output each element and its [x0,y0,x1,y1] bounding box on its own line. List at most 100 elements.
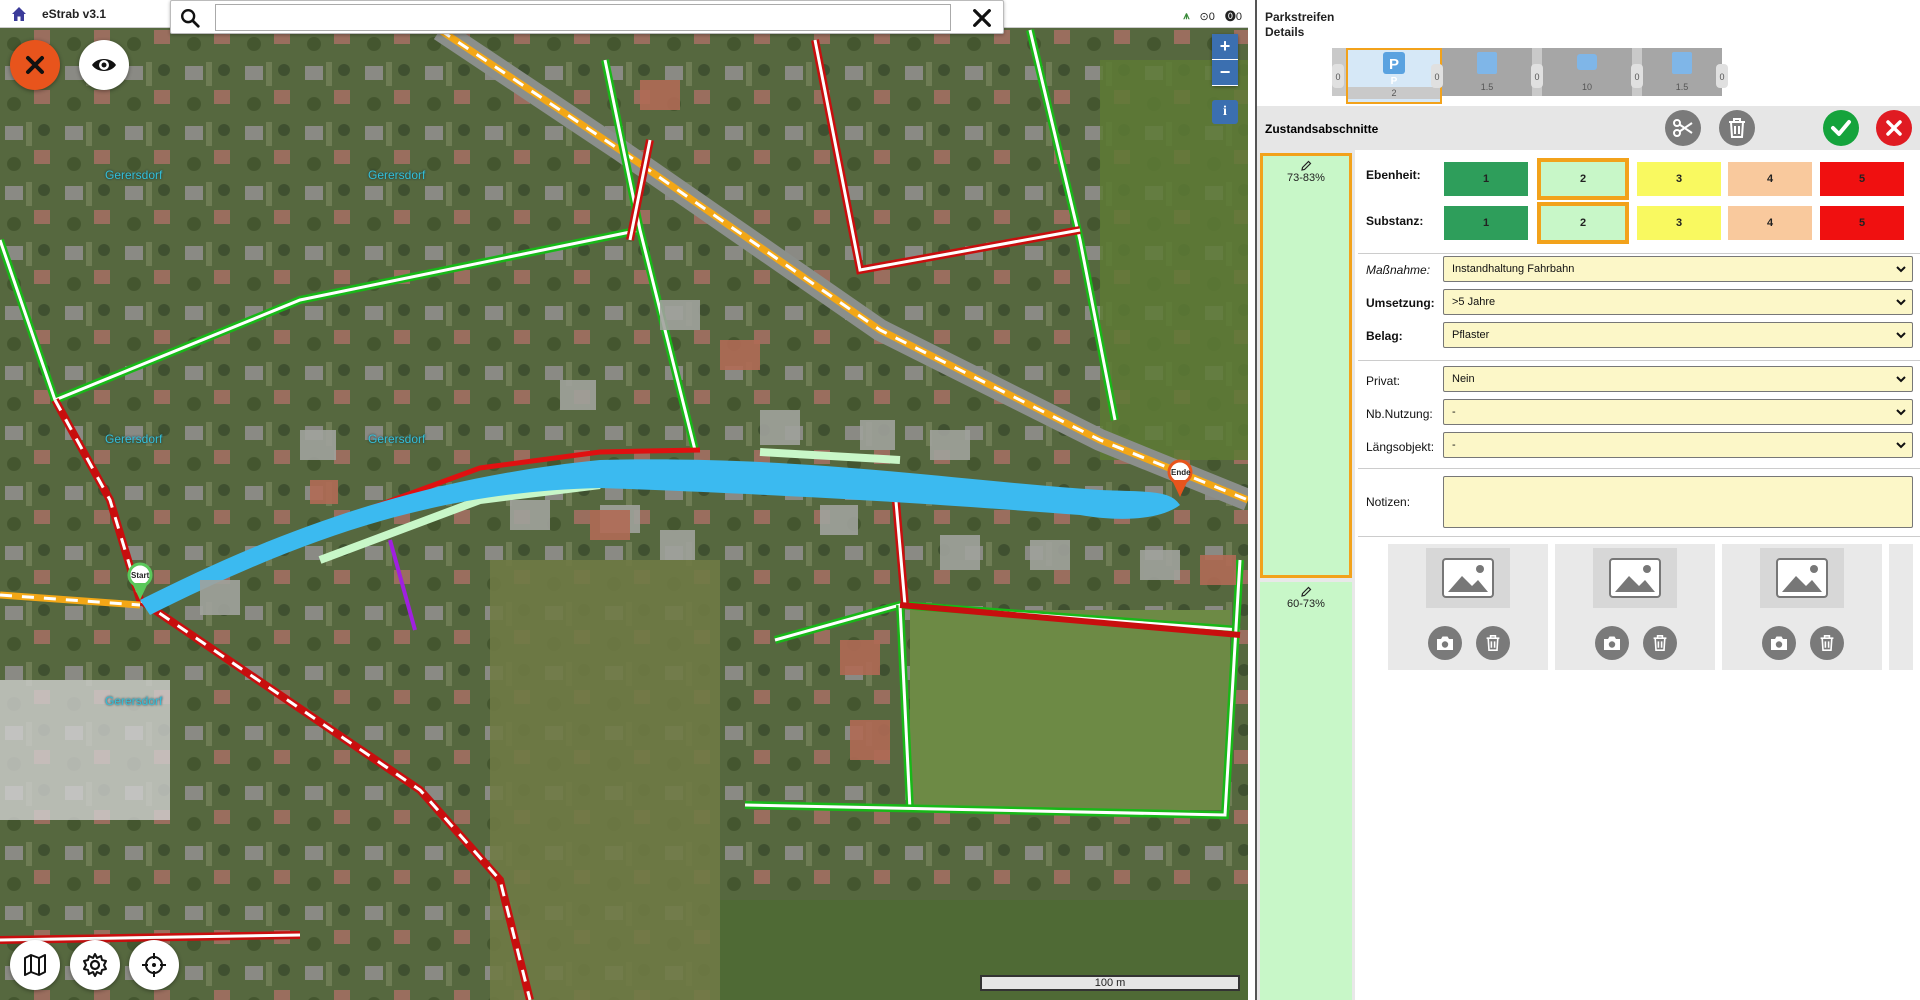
locate-button[interactable] [129,940,179,990]
parking-icon: P [1383,52,1405,74]
strip-cell-parking[interactable]: P P 2 [1346,48,1442,104]
belag-select[interactable]: Pflaster [1443,322,1913,348]
zoom-control: + − [1212,34,1238,86]
camera-button[interactable] [1595,626,1629,660]
close-icon [1886,120,1902,136]
status-count-a: ⊙0 [1199,10,1215,23]
confirm-button[interactable] [1823,110,1859,146]
massnahme-select[interactable]: Instandhaltung Fahrbahn [1443,256,1913,282]
status-count-a-value: 0 [1208,10,1215,23]
pedestrian-icon [1477,52,1497,74]
camera-button[interactable] [1428,626,1462,660]
crosshair-icon [142,953,166,977]
strip-cell-width: 1.5 [1675,82,1689,92]
trash-icon [1820,635,1834,651]
search-icon[interactable] [179,7,201,29]
nbnutzung-select[interactable]: - [1443,399,1913,425]
eye-icon [92,59,116,71]
strip-cell-code: P [1390,76,1398,87]
segment-item[interactable]: 60-73% [1260,582,1352,1000]
ebenheit-rating-1[interactable]: 1 [1444,162,1528,196]
massnahme-value: Instandhaltung Fahrbahn [1452,263,1575,275]
strip-cell-width: 2 [1348,87,1440,99]
segment-item[interactable]: 73-83% [1260,153,1352,578]
zoom-in-button[interactable]: + [1212,34,1238,60]
strip-separator[interactable]: 0 [1531,64,1543,88]
search-bar [170,0,1004,34]
ebenheit-label: Ebenheit: [1366,168,1421,182]
delete-photo-button[interactable] [1810,626,1844,660]
chevron-down-icon [1896,299,1906,306]
search-input[interactable] [215,4,951,31]
delete-photo-button[interactable] [1643,626,1677,660]
substanz-rating-5[interactable]: 5 [1820,206,1904,240]
laengsobjekt-label: Längsobjekt: [1366,440,1435,454]
status-count-b-value: 0 [1235,11,1242,23]
substanz-rating-1[interactable]: 1 [1444,206,1528,240]
image-icon [1442,558,1494,598]
camera-button[interactable] [1762,626,1796,660]
image-icon [1609,558,1661,598]
pencil-icon[interactable] [1300,586,1312,598]
laengsobjekt-value: - [1452,439,1456,451]
check-icon [1831,120,1851,136]
strip-cell[interactable]: 10 [1542,48,1632,96]
substanz-rating-3[interactable]: 3 [1637,206,1721,240]
map-canvas[interactable] [0,0,1248,1000]
notizen-label: Notizen: [1366,495,1411,509]
split-section-button[interactable] [1665,110,1701,146]
substanz-rating-4[interactable]: 4 [1728,206,1812,240]
delete-section-button[interactable] [1719,110,1755,146]
chevron-down-icon [1896,442,1906,449]
gear-icon [83,953,107,977]
scale-bar: 100 m [980,975,1240,991]
segment-label: 73-83% [1287,172,1325,184]
substanz-rating-2[interactable]: 2 [1537,202,1629,244]
segments-list: 73-83% 60-73% [1257,150,1355,1000]
notizen-textarea[interactable] [1443,476,1913,528]
ebenheit-rating-2[interactable]: 2 [1537,158,1629,200]
cancel-button[interactable] [1876,110,1912,146]
ebenheit-rating-5[interactable]: 5 [1820,162,1904,196]
ebenheit-rating-4[interactable]: 4 [1728,162,1812,196]
place-label: Gerersdorf [105,694,163,708]
pencil-icon[interactable] [1300,160,1312,172]
visibility-button[interactable] [79,40,129,90]
close-icon[interactable] [971,7,993,29]
laengsobjekt-select[interactable]: - [1443,432,1913,458]
place-label: Gerersdorf [105,168,163,182]
strip-cell[interactable]: 1.5 [1642,48,1722,96]
strip-separator[interactable]: 0 [1631,64,1643,88]
map-view[interactable]: Gerersdorf Gerersdorf Gerersdorf Gerersd… [0,0,1248,1000]
info-button[interactable]: i [1212,100,1238,124]
strip-separator[interactable]: 0 [1716,64,1728,88]
tower-icon: ⩚ [1183,9,1190,22]
close-map-button[interactable] [10,40,60,90]
divider [1358,253,1920,254]
strip-separator[interactable]: 0 [1431,64,1443,88]
panel-title-sub: Details [1265,25,1305,39]
map-layers-button[interactable] [10,940,60,990]
svg-text:P: P [1389,56,1399,73]
app-title: eStrab v3.1 [42,7,107,21]
settings-button[interactable] [70,940,120,990]
car-icon [1577,54,1597,70]
privat-select[interactable]: Nein [1443,366,1913,392]
status-count-b: ⓿0 [1224,11,1242,23]
umsetzung-select[interactable]: >5 Jahre [1443,289,1913,315]
divider [1358,536,1920,537]
photo-slot [1722,544,1882,670]
privat-value: Nein [1452,373,1475,385]
close-icon [26,56,44,74]
home-button[interactable] [4,2,34,26]
map-icon [24,954,46,976]
home-icon [12,7,26,21]
strip-cell[interactable]: 1.5 [1442,48,1532,96]
zoom-out-button[interactable]: − [1212,60,1238,86]
umsetzung-label: Umsetzung: [1366,296,1435,310]
camera-icon [1604,636,1620,650]
delete-photo-button[interactable] [1476,626,1510,660]
strip-separator[interactable]: 0 [1332,64,1344,88]
chevron-down-icon [1896,376,1906,383]
ebenheit-rating-3[interactable]: 3 [1637,162,1721,196]
